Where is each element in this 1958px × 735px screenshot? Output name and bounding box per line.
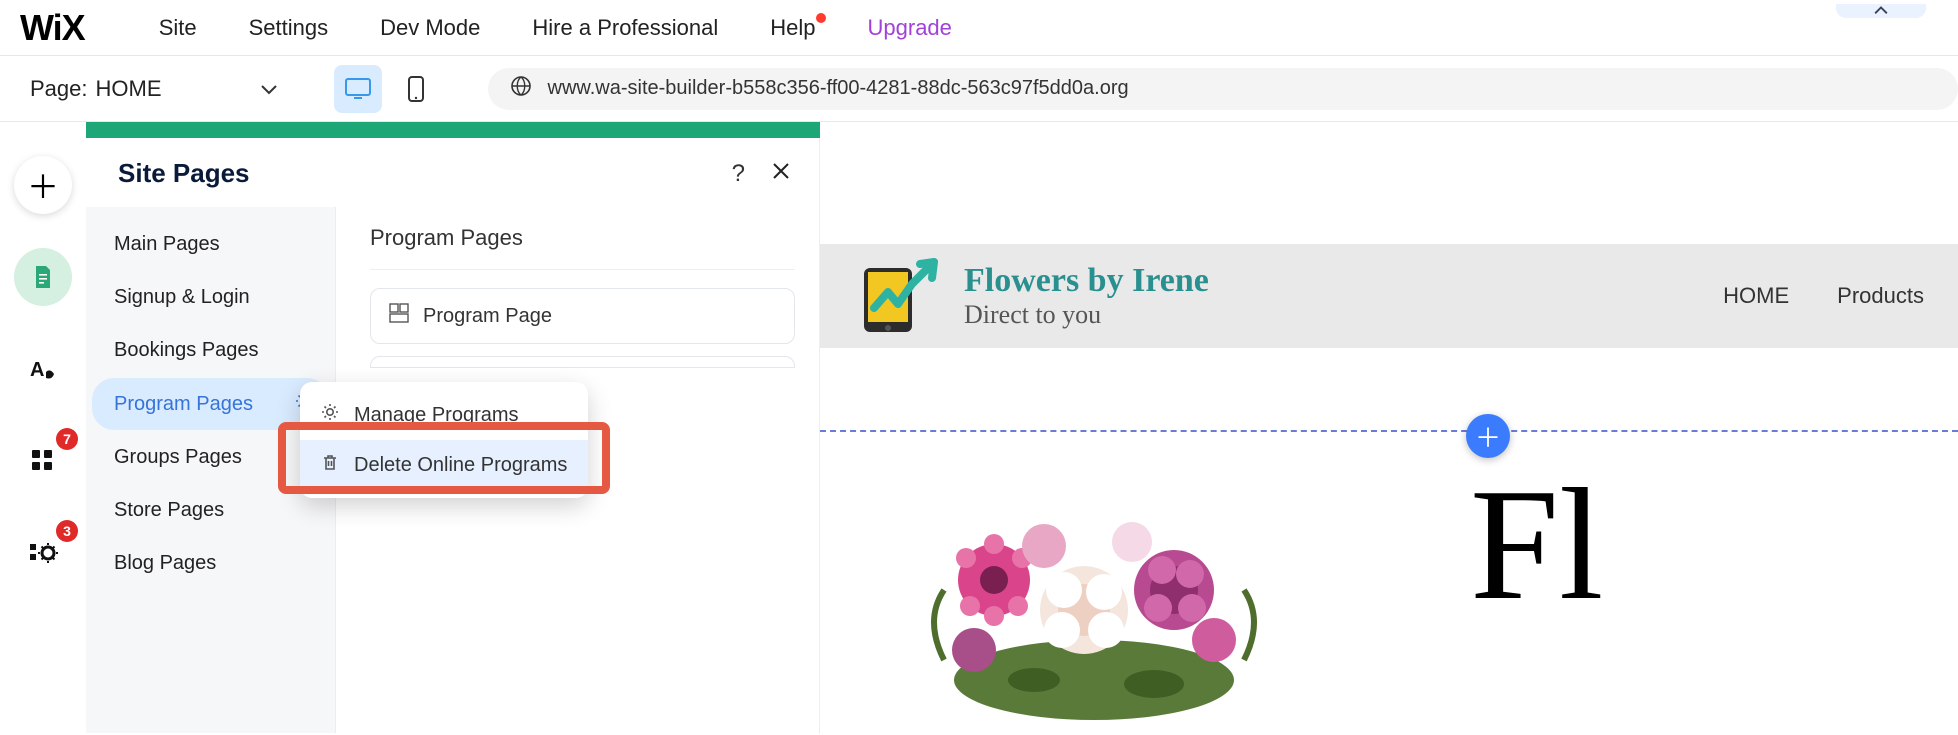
brand-text: Flowers by Irene Direct to you: [964, 262, 1209, 330]
apps-badge: 7: [56, 428, 78, 450]
brand-logo: [854, 254, 938, 338]
trash-icon: [320, 452, 340, 478]
mobile-view-button[interactable]: [392, 65, 440, 113]
top-menu-bar: WiX Site Settings Dev Mode Hire a Profes…: [0, 0, 1958, 56]
category-store-pages[interactable]: Store Pages: [92, 485, 329, 536]
page-tile-partial: [370, 356, 795, 368]
brand-subtitle: Direct to you: [964, 300, 1209, 330]
category-main-pages[interactable]: Main Pages: [92, 219, 329, 270]
context-menu: Manage Programs Delete Online Programs: [300, 382, 588, 498]
page-categories: Main Pages Signup & Login Bookings Pages…: [86, 207, 336, 733]
category-program-pages-label: Program Pages: [114, 393, 253, 416]
nav-products[interactable]: Products: [1837, 283, 1924, 309]
category-program-pages[interactable]: Program Pages: [92, 378, 329, 430]
design-button[interactable]: A: [14, 340, 72, 398]
page-selector[interactable]: Page: HOME: [30, 76, 278, 102]
desktop-view-button[interactable]: [334, 65, 382, 113]
menu-dev-mode[interactable]: Dev Mode: [380, 15, 480, 41]
page-tile-label: Program Page: [423, 305, 552, 328]
nav-home[interactable]: HOME: [1723, 283, 1789, 309]
flower-image: [914, 450, 1274, 730]
menu-hire[interactable]: Hire a Professional: [532, 15, 718, 41]
device-switcher: [334, 65, 440, 113]
wix-logo: WiX: [20, 7, 85, 49]
tools-icon: [28, 540, 58, 566]
context-manage-label: Manage Programs: [354, 404, 519, 427]
url-bar[interactable]: www.wa-site-builder-b558c356-ff00-4281-8…: [488, 68, 1958, 110]
add-element-button[interactable]: ＋: [14, 156, 72, 214]
menu-settings[interactable]: Settings: [249, 15, 329, 41]
apps-icon: [30, 448, 56, 474]
svg-text:A: A: [30, 359, 44, 381]
menu-help[interactable]: Help: [770, 15, 815, 41]
page-tile-program-page[interactable]: Program Page: [370, 288, 795, 344]
category-signup-login[interactable]: Signup & Login: [92, 272, 329, 323]
section-divider: [820, 430, 1958, 432]
page-selector-current: HOME: [96, 76, 162, 102]
menu-site[interactable]: Site: [159, 15, 197, 41]
category-blog-pages[interactable]: Blog Pages: [92, 538, 329, 589]
plus-icon: ＋: [27, 162, 59, 208]
brand-title: Flowers by Irene: [964, 262, 1209, 300]
menu-help-label: Help: [770, 15, 815, 40]
left-rail: ＋ A 7 3: [0, 122, 86, 734]
apps-button[interactable]: 7: [14, 432, 72, 490]
panel-title: Site Pages: [118, 158, 250, 189]
gear-icon: [320, 402, 340, 428]
notification-dot-icon: [816, 13, 826, 23]
page-selector-label: Page:: [30, 76, 88, 102]
pages-button[interactable]: [14, 248, 72, 306]
globe-icon: [510, 75, 532, 103]
context-delete-programs[interactable]: Delete Online Programs: [300, 440, 588, 490]
help-icon[interactable]: ?: [732, 160, 745, 188]
category-groups-pages[interactable]: Groups Pages: [92, 432, 329, 483]
hero-heading-partial: Fl: [1470, 452, 1603, 637]
editor-toolbar: Page: HOME www.wa-site-builder-b558c356-…: [0, 56, 1958, 122]
collapse-button[interactable]: [1836, 4, 1926, 18]
design-icon: A: [28, 354, 58, 384]
section-title: Program Pages: [370, 225, 795, 251]
site-header: Flowers by Irene Direct to you HOME Prod…: [820, 244, 1958, 348]
plus-icon: ＋: [1475, 418, 1501, 455]
layout-icon: [389, 303, 409, 329]
brand-logo-icon: [854, 254, 938, 338]
context-manage-programs[interactable]: Manage Programs: [300, 390, 588, 440]
url-text: www.wa-site-builder-b558c356-ff00-4281-8…: [548, 77, 1129, 100]
close-icon[interactable]: [771, 160, 791, 188]
tools-button[interactable]: 3: [14, 524, 72, 582]
context-delete-label: Delete Online Programs: [354, 454, 567, 477]
site-nav: HOME Products: [1723, 283, 1924, 309]
chevron-down-icon: [260, 76, 278, 102]
page-icon: [32, 264, 54, 290]
category-bookings-pages[interactable]: Bookings Pages: [92, 325, 329, 376]
panel-header: Site Pages ?: [86, 138, 819, 207]
menu-upgrade[interactable]: Upgrade: [868, 15, 952, 41]
tools-badge: 3: [56, 520, 78, 542]
panel-accent-strip: [86, 122, 820, 138]
